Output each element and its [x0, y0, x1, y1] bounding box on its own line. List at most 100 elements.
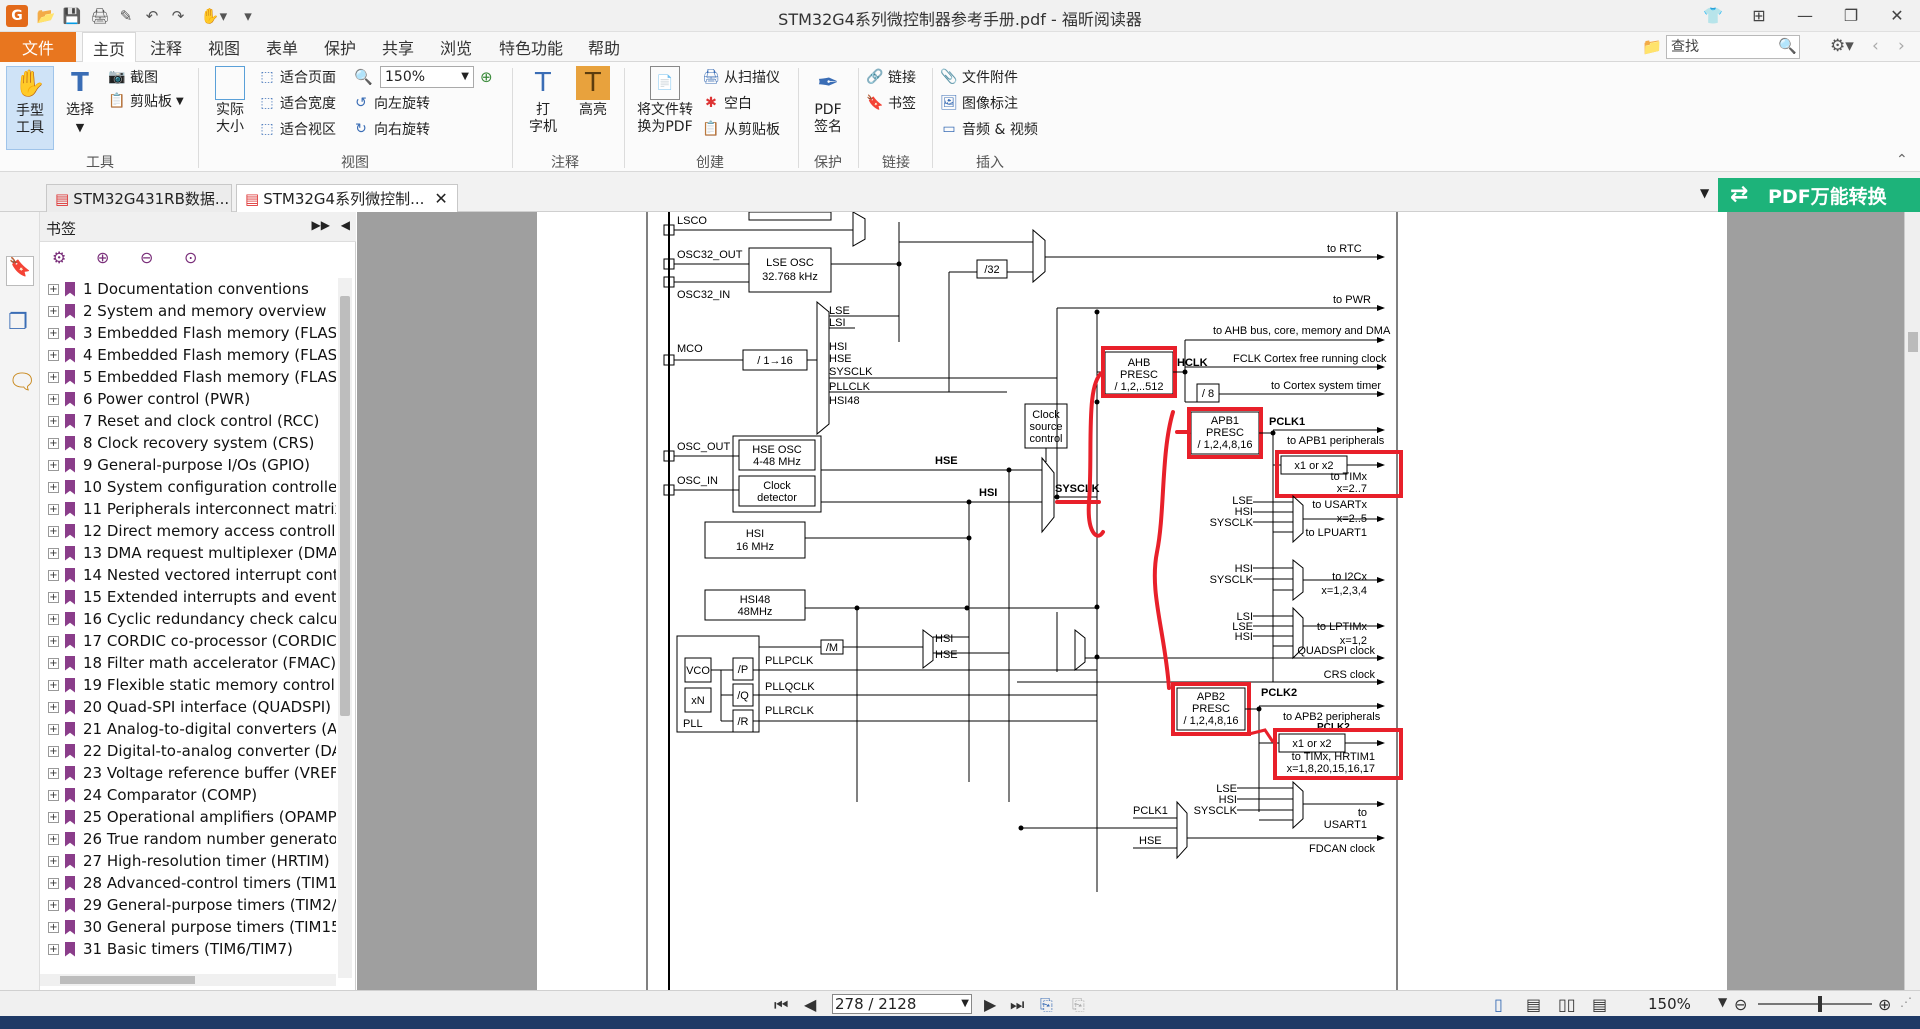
- bookmark-item[interactable]: +24 Comparator (COMP): [40, 784, 336, 806]
- expand-icon[interactable]: +: [48, 657, 59, 669]
- highlight-button[interactable]: T 高亮: [570, 66, 616, 119]
- expand-icon[interactable]: +: [48, 569, 59, 581]
- zoom-out-icon[interactable]: ⊖: [1734, 995, 1747, 1014]
- bookmark-scrollbar[interactable]: [338, 278, 352, 978]
- bookmark-item[interactable]: +27 High-resolution timer (HRTIM): [40, 850, 336, 872]
- bookmark-button[interactable]: 🔖 书签: [866, 92, 916, 114]
- rotate-right-button[interactable]: ↻ 向右旋转: [352, 118, 430, 140]
- from-scanner-button[interactable]: 🖨 从扫描仪: [702, 66, 780, 88]
- bookmark-item[interactable]: +29 General-purpose timers (TIM2/TI: [40, 894, 336, 916]
- tab-form[interactable]: 表单: [256, 32, 308, 62]
- bookmark-item[interactable]: +26 True random number generator (: [40, 828, 336, 850]
- image-annotation-button[interactable]: 🖼 图像标注: [940, 92, 1018, 114]
- expand-icon[interactable]: +: [48, 459, 59, 471]
- prev-page-icon[interactable]: ◀: [804, 995, 816, 1014]
- scroll-thumb[interactable]: [60, 976, 195, 984]
- zoom-select[interactable]: 150% ▼: [380, 66, 474, 88]
- expand-icon[interactable]: +: [48, 305, 59, 317]
- next-page-icon[interactable]: ▶: [984, 995, 996, 1014]
- expand-icon[interactable]: +: [48, 921, 59, 933]
- file-menu[interactable]: 文件: [0, 32, 76, 62]
- tab-home[interactable]: 主页: [82, 32, 136, 63]
- expand-panel-icon[interactable]: ▶▶: [312, 218, 330, 232]
- tab-browse[interactable]: 浏览: [430, 32, 482, 62]
- expand-icon[interactable]: +: [48, 723, 59, 735]
- close-button[interactable]: ✕: [1880, 2, 1914, 28]
- document-view[interactable]: LSCO OSC32_OUT OSC32_IN LSE OSC 32.768 kHz/3…: [357, 212, 1904, 990]
- tab-view[interactable]: 视图: [198, 32, 250, 62]
- expand-icon[interactable]: +: [48, 481, 59, 493]
- save-icon[interactable]: 💾: [60, 4, 84, 28]
- expand-icon[interactable]: +: [48, 393, 59, 405]
- expand-icon[interactable]: +: [48, 349, 59, 361]
- continuous-facing-icon[interactable]: ▤: [1592, 995, 1607, 1014]
- rotate-left-button[interactable]: ↺ 向左旋转: [352, 92, 430, 114]
- undo-icon[interactable]: ↶: [140, 4, 164, 28]
- bookmark-options-icon[interactable]: ⚙: [52, 248, 66, 267]
- expand-icon[interactable]: +: [48, 503, 59, 515]
- comments-panel-icon[interactable]: 🗨: [8, 370, 36, 395]
- pdf-convert-banner[interactable]: ⇄ PDF万能转换: [1718, 178, 1920, 212]
- bookmark-item[interactable]: +15 Extended interrupts and events co: [40, 586, 336, 608]
- tab-list-dropdown-icon[interactable]: ▼: [1700, 186, 1709, 200]
- last-page-icon[interactable]: ⏭: [1010, 995, 1024, 1015]
- doc-tab-datasheet[interactable]: ▤ STM32G431RB数据...: [46, 184, 232, 212]
- expand-icon[interactable]: +: [48, 789, 59, 801]
- expand-icon[interactable]: +: [48, 899, 59, 911]
- bookmark-item[interactable]: +13 DMA request multiplexer (DMAMU: [40, 542, 336, 564]
- fit-view-button[interactable]: ⬚ 适合视区: [258, 118, 336, 140]
- bookmark-h-scrollbar[interactable]: [40, 974, 336, 986]
- from-clipboard-button[interactable]: 📋 从剪贴板: [702, 118, 780, 140]
- expand-icon[interactable]: +: [48, 613, 59, 625]
- expand-icon[interactable]: +: [48, 283, 59, 295]
- minimize-button[interactable]: —: [1788, 2, 1822, 28]
- bookmark-item[interactable]: +28 Advanced-control timers (TIM1/T: [40, 872, 336, 894]
- open-icon[interactable]: 📂: [34, 4, 58, 28]
- expand-icon[interactable]: +: [48, 591, 59, 603]
- bookmark-item[interactable]: +31 Basic timers (TIM6/TIM7): [40, 938, 336, 960]
- zoom-in-icon[interactable]: ⊕: [480, 68, 493, 86]
- expand-icon[interactable]: +: [48, 767, 59, 779]
- expand-icon[interactable]: +: [48, 679, 59, 691]
- customize-icon[interactable]: ▾: [236, 4, 260, 28]
- expand-icon[interactable]: +: [48, 855, 59, 867]
- bookmark-item[interactable]: +30 General purpose timers (TIM15/T: [40, 916, 336, 938]
- bookmark-item[interactable]: +14 Nested vectored interrupt controlle: [40, 564, 336, 586]
- typewriter-button[interactable]: T 打 字机: [520, 66, 566, 136]
- audio-video-button[interactable]: ▭ 音频 & 视频: [940, 118, 1037, 140]
- zoom-level[interactable]: 150%: [1648, 995, 1691, 1013]
- expand-icon[interactable]: +: [48, 833, 59, 845]
- bookmark-item[interactable]: +6 Power control (PWR): [40, 388, 336, 410]
- bookmark-item[interactable]: +20 Quad-SPI interface (QUADSPI): [40, 696, 336, 718]
- file-to-pdf-button[interactable]: 📄 将文件转 换为PDF: [630, 66, 700, 136]
- expand-icon[interactable]: +: [48, 547, 59, 559]
- bookmark-item[interactable]: +5 Embedded Flash memory (FLASH): [40, 366, 336, 388]
- expand-icon[interactable]: +: [48, 877, 59, 889]
- doc-tab-reference-manual[interactable]: ▤ STM32G4系列微控制... ✕: [236, 184, 458, 212]
- collapse-ribbon-icon[interactable]: ⌃: [1896, 152, 1908, 168]
- add-bookmark-icon[interactable]: ⊕: [96, 248, 109, 267]
- hand-dropdown-icon[interactable]: ✋▾: [194, 4, 234, 28]
- bookmark-item[interactable]: +16 Cyclic redundancy check calculatio: [40, 608, 336, 630]
- continuous-page-icon[interactable]: ▤: [1526, 995, 1541, 1014]
- find-bookmark-icon[interactable]: ⊙: [184, 248, 197, 267]
- bookmark-item[interactable]: +1 Documentation conventions: [40, 278, 336, 300]
- expand-icon[interactable]: +: [48, 635, 59, 647]
- bookmark-item[interactable]: +21 Analog-to-digital converters (ADC): [40, 718, 336, 740]
- bookmark-item[interactable]: +10 System configuration controller (SY: [40, 476, 336, 498]
- layout-icon[interactable]: ⊞: [1742, 2, 1776, 28]
- bookmark-item[interactable]: +17 CORDIC co-processor (CORDIC): [40, 630, 336, 652]
- zoom-slider[interactable]: [1758, 1003, 1872, 1005]
- tab-help[interactable]: 帮助: [578, 32, 630, 62]
- clipboard-button[interactable]: 📋 剪贴板 ▼: [108, 90, 183, 112]
- folder-search-icon[interactable]: 📁: [1642, 37, 1662, 56]
- bookmark-item[interactable]: +4 Embedded Flash memory (FLASH): [40, 344, 336, 366]
- redo-icon[interactable]: ↷: [166, 4, 190, 28]
- scroll-thumb[interactable]: [340, 296, 350, 716]
- zoom-out-icon[interactable]: 🔍: [354, 68, 373, 86]
- bookmark-item[interactable]: +2 System and memory overview: [40, 300, 336, 322]
- bookmark-item[interactable]: +7 Reset and clock control (RCC): [40, 410, 336, 432]
- delete-bookmark-icon[interactable]: ⊖: [140, 248, 153, 267]
- tab-share[interactable]: 共享: [372, 32, 424, 62]
- hand-tool-button[interactable]: ✋ 手型 工具: [6, 66, 54, 150]
